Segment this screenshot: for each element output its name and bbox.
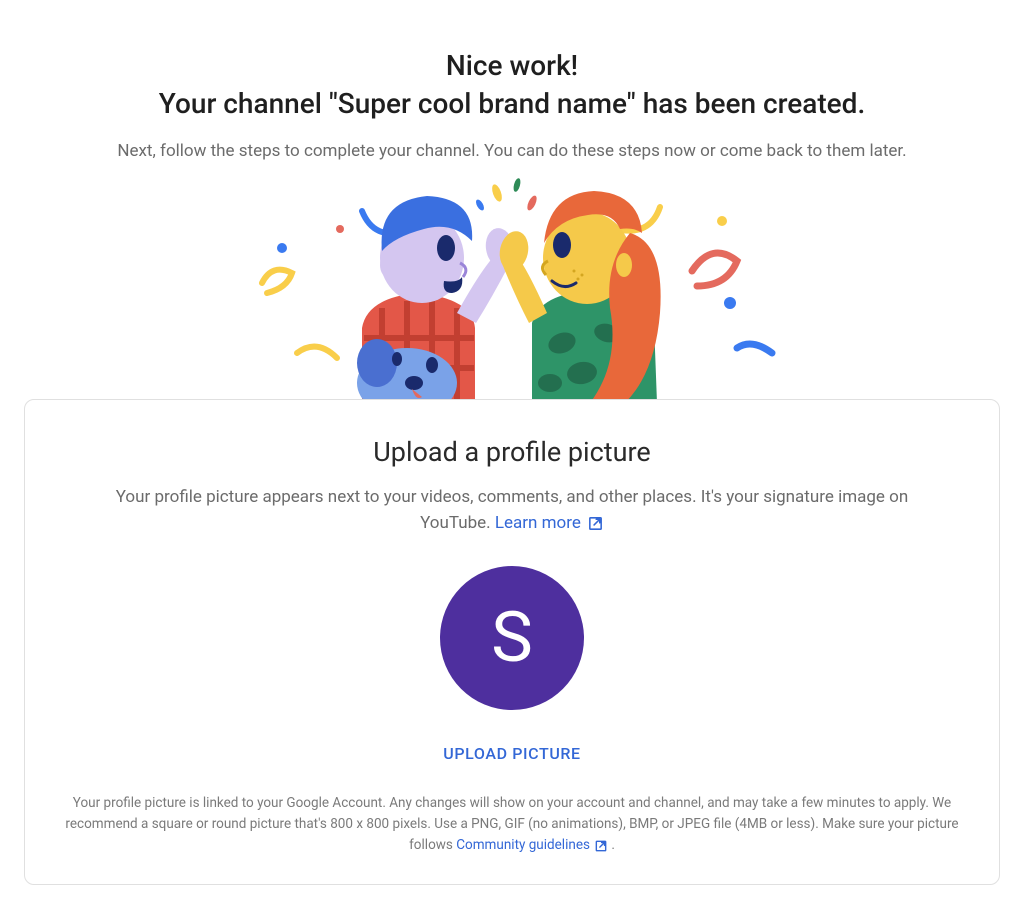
external-link-icon bbox=[587, 515, 604, 532]
page-title-line1: Nice work! bbox=[0, 48, 1024, 84]
avatar-initial: S bbox=[491, 597, 533, 679]
community-guidelines-label: Community guidelines bbox=[456, 835, 590, 856]
header-section: Nice work! Your channel "Super cool bran… bbox=[0, 0, 1024, 161]
fineprint: Your profile picture is linked to your G… bbox=[55, 793, 969, 856]
learn-more-link[interactable]: Learn more bbox=[495, 510, 604, 536]
card-description: Your profile picture appears next to you… bbox=[107, 484, 917, 537]
card-title: Upload a profile picture bbox=[55, 436, 969, 468]
fineprint-period: . bbox=[611, 837, 615, 853]
external-link-icon bbox=[594, 839, 608, 853]
page-title-line2: Your channel "Super cool brand name" has… bbox=[0, 86, 1024, 122]
page-subtitle: Next, follow the steps to complete your … bbox=[0, 141, 1024, 161]
celebration-illustration bbox=[0, 173, 1024, 403]
profile-avatar: S bbox=[440, 566, 584, 710]
upload-profile-card: Upload a profile picture Your profile pi… bbox=[24, 399, 1000, 885]
learn-more-label: Learn more bbox=[495, 510, 581, 536]
upload-picture-button[interactable]: UPLOAD PICTURE bbox=[443, 744, 580, 763]
community-guidelines-link[interactable]: Community guidelines bbox=[456, 835, 608, 856]
